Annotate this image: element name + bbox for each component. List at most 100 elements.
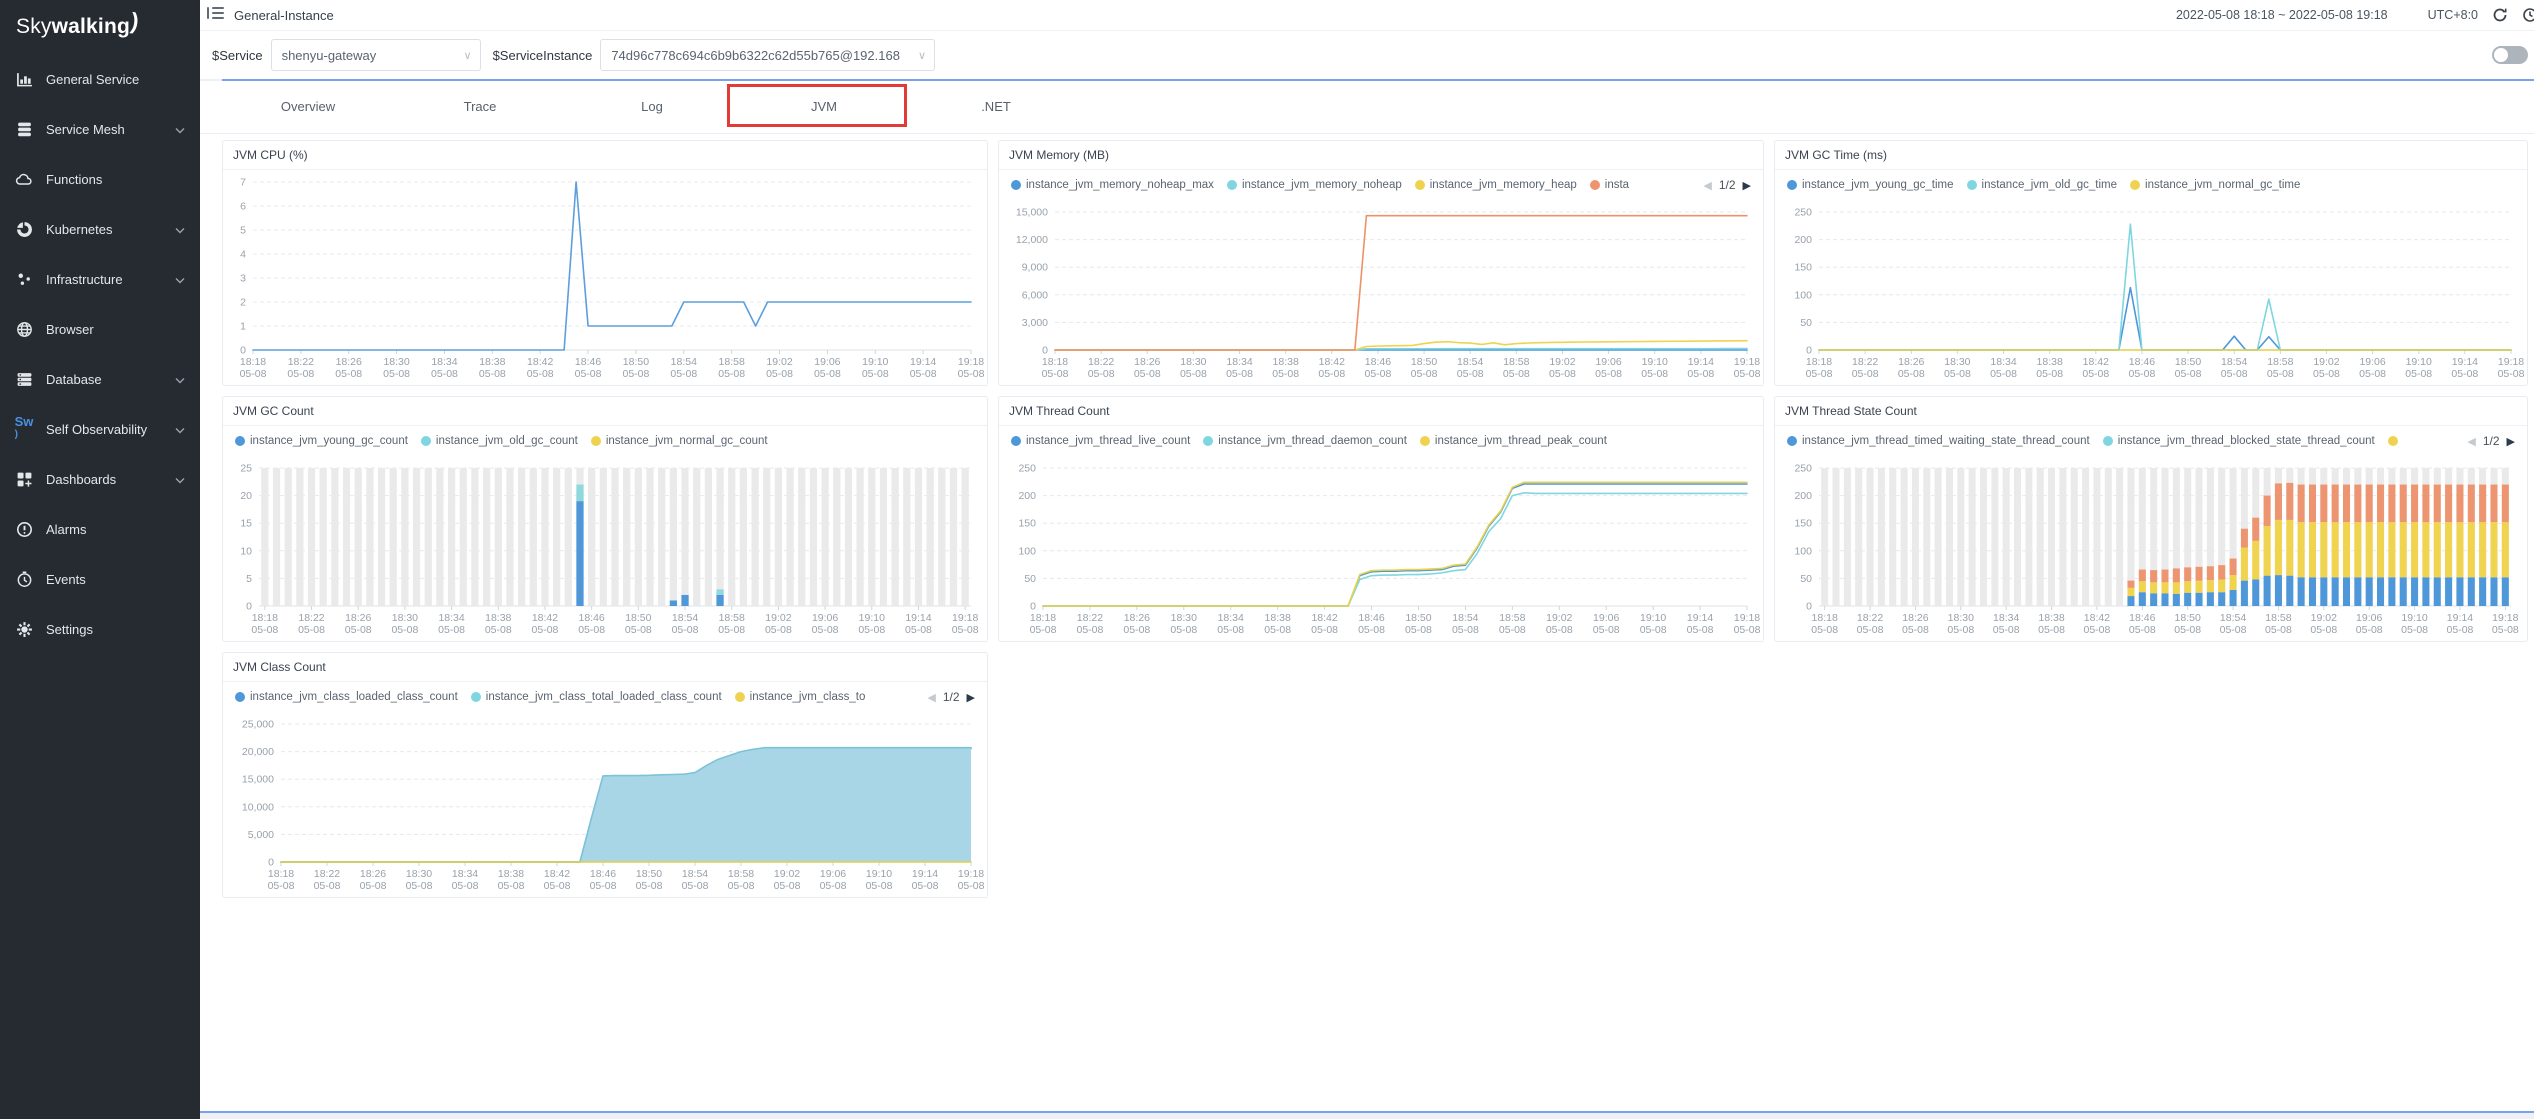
edit-mode-toggle[interactable]	[2492, 46, 2528, 64]
legend-dot	[2130, 180, 2140, 190]
legend-item[interactable]: instance_jvm_memory_noheap	[1227, 179, 1402, 191]
svg-text:05-08: 05-08	[952, 624, 979, 636]
chart-title-jvm-cpu: JVM CPU (%)	[223, 141, 987, 170]
sidebar-item-settings[interactable]: Settings	[0, 604, 200, 654]
legend-label: instance_jvm_normal_gc_count	[606, 435, 768, 447]
legend-item[interactable]	[2388, 436, 2403, 446]
legend-label: instance_jvm_old_gc_count	[436, 435, 578, 447]
legend-item[interactable]: instance_jvm_thread_peak_count	[1420, 435, 1607, 447]
chart-card-jvm-thread-count: JVM Thread Countinstance_jvm_thread_live…	[998, 396, 1764, 642]
service-instance-select[interactable]: 74d96c778c694c6b9b6322c62d55b765@192.168…	[600, 39, 935, 71]
tab-overview[interactable]: Overview	[222, 81, 394, 133]
svg-text:05-08: 05-08	[251, 624, 278, 636]
svg-text:18:30: 18:30	[1944, 356, 1970, 368]
legend-item[interactable]: instance_jvm_thread_timed_waiting_state_…	[1787, 435, 2090, 447]
chevron-right-icon[interactable]: ▶	[967, 691, 975, 704]
chevron-down-icon	[175, 222, 185, 237]
sidebar-item-label: Service Mesh	[46, 122, 125, 137]
svg-text:18:42: 18:42	[2084, 612, 2110, 624]
chevron-left-icon[interactable]: ◀	[927, 691, 935, 704]
svg-text:19:10: 19:10	[2401, 612, 2427, 624]
legend-item[interactable]: instance_jvm_thread_blocked_state_thread…	[2103, 435, 2375, 447]
svg-text:5: 5	[240, 225, 246, 237]
sidebar-item-kubernetes[interactable]: Kubernetes	[0, 204, 200, 254]
chart-legend: instance_jvm_thread_timed_waiting_state_…	[1775, 426, 2527, 456]
svg-text:05-08: 05-08	[1944, 368, 1971, 380]
chart-legend: instance_jvm_class_loaded_class_count ins…	[223, 682, 987, 712]
legend-item[interactable]: instance_jvm_normal_gc_time	[2130, 179, 2300, 191]
chart-card-jvm-gc-count: JVM GC Countinstance_jvm_young_gc_counti…	[222, 396, 988, 642]
chart-card-jvm-gc-time: JVM GC Time (ms)instance_jvm_young_gc_ti…	[1774, 140, 2528, 386]
sidebar-item-browser[interactable]: Browser	[0, 304, 200, 354]
legend-item[interactable]: instance_jvm_old_gc_time	[1967, 179, 2118, 191]
sidebar-item-service-mesh[interactable]: Service Mesh	[0, 104, 200, 154]
svg-text:18:54: 18:54	[1452, 612, 1478, 624]
sidebar-item-functions[interactable]: Functions	[0, 154, 200, 204]
stopwatch-icon	[15, 570, 33, 588]
svg-text:18:34: 18:34	[431, 356, 457, 368]
svg-text:05-08: 05-08	[814, 368, 841, 380]
legend-dot	[2388, 436, 2398, 446]
sidebar-item-general-service[interactable]: General Service	[0, 54, 200, 104]
chevron-down-icon: ∨	[464, 49, 472, 62]
sidebar-item-events[interactable]: Events	[0, 554, 200, 604]
svg-text:18:50: 18:50	[625, 612, 651, 624]
legend-item[interactable]: instance_jvm_normal_gc_count	[591, 435, 768, 447]
svg-text:05-08: 05-08	[2038, 624, 2065, 636]
legend-item[interactable]: instance_jvm_class_total_loaded_class_co…	[471, 691, 722, 703]
sidebar-item-infrastructure[interactable]: Infrastructure	[0, 254, 200, 304]
refresh-icon[interactable]	[2492, 7, 2508, 23]
svg-text:05-08: 05-08	[862, 368, 889, 380]
svg-text:05-08: 05-08	[1806, 368, 1833, 380]
svg-text:05-08: 05-08	[1170, 624, 1197, 636]
svg-text:05-08: 05-08	[498, 880, 525, 892]
legend-item[interactable]: instance_jvm_memory_heap	[1415, 179, 1577, 191]
svg-text:05-08: 05-08	[1734, 624, 1761, 636]
sidebar-item-database[interactable]: Database	[0, 354, 200, 404]
legend-item[interactable]: instance_jvm_young_gc_count	[235, 435, 408, 447]
svg-text:150: 150	[1794, 262, 1812, 274]
chevron-right-icon[interactable]: ▶	[1743, 179, 1751, 192]
svg-text:20,000: 20,000	[242, 746, 274, 758]
sidebar-item-dashboards[interactable]: Dashboards	[0, 454, 200, 504]
svg-text:05-08: 05-08	[2405, 368, 2432, 380]
chevron-left-icon[interactable]: ◀	[1703, 179, 1711, 192]
chevron-right-icon[interactable]: ▶	[2507, 435, 2515, 448]
svg-text:05-08: 05-08	[905, 624, 932, 636]
svg-text:19:06: 19:06	[1593, 612, 1619, 624]
legend-item[interactable]: instance_jvm_young_gc_time	[1787, 179, 1954, 191]
legend-item[interactable]: instance_jvm_old_gc_count	[421, 435, 578, 447]
svg-text:100: 100	[1018, 545, 1036, 557]
svg-text:18:18: 18:18	[1030, 612, 1056, 624]
service-select[interactable]: shenyu-gateway ∨	[271, 39, 481, 71]
menu-collapse-icon[interactable]	[207, 6, 224, 25]
svg-text:18:26: 18:26	[1134, 356, 1160, 368]
legend-label: instance_jvm_class_to	[750, 691, 866, 703]
legend-item[interactable]: instance_jvm_memory_noheap_max	[1011, 179, 1214, 191]
sidebar-item-alarms[interactable]: Alarms	[0, 504, 200, 554]
tab-log[interactable]: Log	[566, 81, 738, 133]
svg-text:05-08: 05-08	[1811, 624, 1838, 636]
sidebar-item-label: Kubernetes	[46, 222, 113, 237]
tab-jvm[interactable]: JVM	[738, 81, 910, 133]
svg-text:18:58: 18:58	[728, 868, 754, 880]
chevron-left-icon[interactable]: ◀	[2467, 435, 2475, 448]
svg-text:6: 6	[240, 201, 246, 213]
svg-text:18:34: 18:34	[1218, 612, 1244, 624]
svg-text:18:18: 18:18	[240, 356, 266, 368]
svg-text:05-08: 05-08	[1077, 624, 1104, 636]
legend-item[interactable]: instance_jvm_thread_daemon_count	[1203, 435, 1407, 447]
legend-item[interactable]: instance_jvm_class_loaded_class_count	[235, 691, 458, 703]
clock-icon[interactable]	[2522, 7, 2534, 23]
legend-item[interactable]: instance_jvm_class_to	[735, 691, 866, 703]
sidebar-item-label: Functions	[46, 172, 102, 187]
time-range-picker[interactable]: 2022-05-08 18:18 ~ 2022-05-08 19:18	[2176, 8, 2388, 22]
legend-dot	[735, 692, 745, 702]
legend-item[interactable]: insta	[1590, 179, 1629, 191]
sidebar-item-self-observability[interactable]: Sw)Self Observability	[0, 404, 200, 454]
tab-trace[interactable]: Trace	[394, 81, 566, 133]
legend-item[interactable]: instance_jvm_thread_live_count	[1011, 435, 1190, 447]
tab-bar: OverviewTraceLogJVM.NET	[200, 81, 2534, 134]
svg-text:05-08: 05-08	[406, 880, 433, 892]
tab-net[interactable]: .NET	[910, 81, 1082, 133]
